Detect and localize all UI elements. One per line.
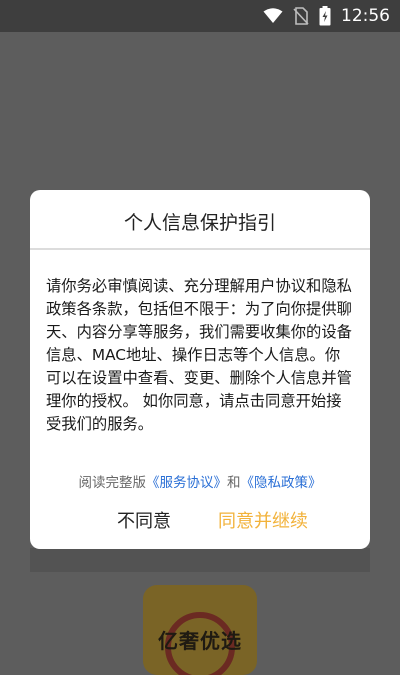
battery-charging-icon (319, 6, 331, 26)
dialog-title: 个人信息保护指引 (123, 212, 276, 234)
app-logo: 亿奢优选 (143, 585, 257, 675)
dialog-buttons: 不同意 同意并继续 (30, 502, 370, 542)
agree-continue-button[interactable]: 同意并继续 (198, 502, 328, 542)
privacy-dialog: 个人信息保护指引 请你务必审慎阅读、充分理解用户协议和隐私政策各条款，包括但不限… (30, 190, 370, 549)
wifi-icon (263, 8, 283, 23)
status-time: 12:56 (341, 6, 390, 26)
privacy-policy-link[interactable]: 《隐私政策》 (241, 475, 322, 491)
logo-text: 亿奢优选 (158, 629, 242, 653)
dialog-shadow (30, 548, 370, 572)
agreement-links: 阅读完整版《服务协议》和《隐私政策》 (30, 471, 370, 491)
service-agreement-link[interactable]: 《服务协议》 (146, 475, 227, 491)
status-icons: 12:56 (263, 0, 390, 32)
dialog-body: 请你务必审慎阅读、充分理解用户协议和隐私政策各条款，包括但不限于：为了向你提供聊… (46, 277, 352, 433)
links-prefix: 阅读完整版 (78, 475, 147, 491)
no-sim-icon (293, 7, 309, 25)
dialog-divider (30, 248, 370, 250)
status-bar: 12:56 (0, 0, 400, 32)
links-conjunction: 和 (227, 475, 241, 491)
disagree-button[interactable]: 不同意 (90, 502, 198, 542)
